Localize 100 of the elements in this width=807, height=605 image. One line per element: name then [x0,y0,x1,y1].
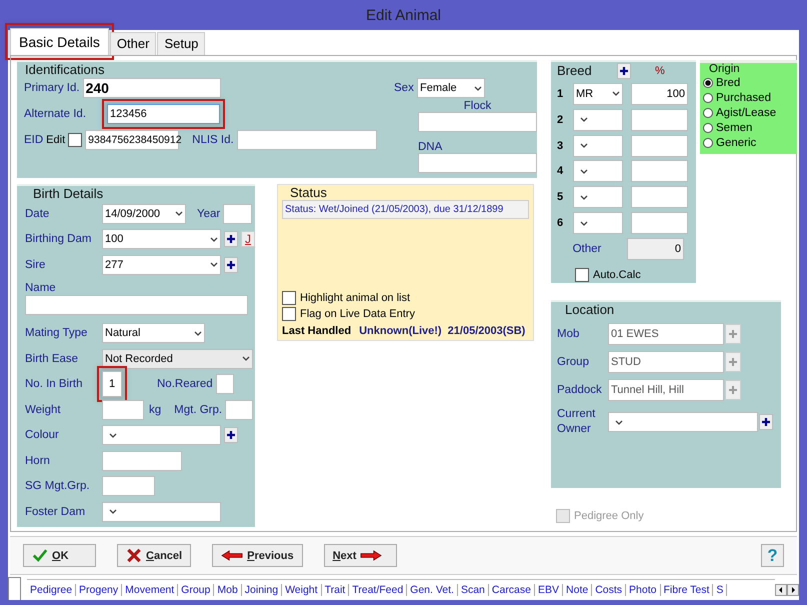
panel-title: Status [289,185,328,200]
tab[interactable]: S [713,584,728,596]
field-label: EID [24,134,44,146]
add-icon[interactable] [224,256,238,273]
dialog-button[interactable]: Next [324,544,397,567]
add-icon[interactable] [617,62,631,79]
tab[interactable]: Scan [458,584,489,596]
field-label: Mating Type [25,327,88,340]
percent-field[interactable] [631,108,688,131]
number-reared-field[interactable] [216,374,234,394]
birthing-dam-dropdown[interactable]: 100 [102,229,221,250]
scroll-right-icon[interactable] [787,584,799,596]
window-title: Edit Animal [364,6,442,26]
year-field[interactable] [223,204,252,224]
radio-button[interactable] [703,108,713,118]
field-label: Name [25,282,57,294]
sg-management-group-field[interactable] [102,476,155,496]
chevron-down-icon [109,509,117,514]
tab[interactable]: Group [178,584,214,596]
tab[interactable]: Pedigree [27,584,76,596]
field-label: Paddock [557,384,603,396]
chevron-down-icon [580,143,588,148]
field-label: Group [557,356,590,368]
dialog-button[interactable]: Cancel [117,544,192,567]
checkbox[interactable] [68,133,82,147]
mating-type-dropdown[interactable]: Natural [102,323,205,344]
tab[interactable]: Movement [122,584,178,596]
birth-ease-dropdown[interactable]: Not Recorded [102,348,253,369]
sire-dropdown[interactable]: 277 [102,254,221,275]
sex-dropdown[interactable]: Female [417,78,485,98]
link[interactable]: J [241,231,255,248]
status-text: Status: Wet/Joined (21/05/2003), due 31/12/1899 [282,200,529,219]
checkbox[interactable] [282,291,296,305]
percent-field[interactable] [631,160,688,182]
radio-button[interactable] [703,78,713,88]
tab[interactable]: Costs [592,584,626,596]
checkbox-label: Highlight animal on list [300,292,410,304]
chevron-down-icon [109,432,117,438]
tab-strip-edge [8,577,21,600]
field-label: Last Handled [282,325,352,337]
tab[interactable]: Progeny [76,584,122,596]
add-icon[interactable] [759,414,773,430]
field-label: Colour [25,429,60,442]
add-icon[interactable] [224,231,238,248]
weight-field[interactable] [102,400,144,420]
name-field[interactable] [25,294,248,314]
breed-dropdown[interactable] [573,212,623,234]
row-number: 3 [556,140,564,152]
radio-label: Agist/Lease [716,106,776,118]
chevron-down-icon [580,220,588,226]
tab[interactable]: Other [110,32,156,55]
tab[interactable]: Treat/Feed [349,584,408,596]
breed-dropdown[interactable] [573,108,623,131]
dialog-button[interactable]: Previous [212,544,303,567]
tab[interactable]: Carcase [488,584,535,596]
checkmark-icon [32,548,48,563]
chevron-down-icon [580,194,588,200]
checkbox[interactable] [282,307,296,321]
breed-dropdown[interactable]: MR [573,82,623,105]
radio-button[interactable] [703,122,713,132]
percent-field[interactable]: 100 [631,82,688,105]
nlis-id-field[interactable] [236,130,377,150]
foster-dam-dropdown[interactable] [102,502,221,522]
flock-field[interactable] [418,112,537,132]
checkbox[interactable] [575,268,589,282]
percent-field[interactable] [631,186,688,208]
tab[interactable]: Setup [157,32,206,55]
field-label: Mob [557,328,580,340]
radio-button[interactable] [703,92,713,102]
breed-dropdown[interactable] [573,160,623,182]
primary-id-field[interactable]: 240 [82,78,221,98]
date-dropdown[interactable]: 14/09/2000 [102,204,186,224]
field-label: Sex [394,82,414,94]
tab[interactable]: Fibre Test [660,584,714,596]
radio-button[interactable] [703,138,713,148]
location-field: Tunnel Hill, Hill [608,379,724,401]
dna-field[interactable] [418,153,537,173]
tab[interactable]: Mob [214,584,242,596]
tab[interactable]: Weight [282,584,322,596]
breed-dropdown[interactable] [573,186,623,208]
field-label: Birth Ease [25,352,80,365]
scroll-left-icon[interactable] [775,584,787,596]
horn-field[interactable] [102,450,182,471]
add-icon[interactable] [224,427,238,444]
breed-dropdown[interactable] [573,134,623,157]
dialog-button[interactable]: OK [23,544,96,567]
chevron-down-icon [210,262,218,268]
row-number: 1 [556,88,564,100]
tab[interactable]: Trait [322,584,350,596]
tab[interactable]: Joining [242,584,282,596]
percent-field[interactable] [631,212,688,234]
field-label: Weight [25,404,62,416]
eid-field[interactable]: 9384756238450912 [85,130,180,150]
tab[interactable]: Note [563,584,592,596]
management-group-field[interactable] [225,400,254,420]
chevron-down-icon [580,117,588,122]
tab[interactable]: Photo [626,584,660,596]
percent-field[interactable] [631,134,688,157]
tab[interactable]: Gen. Vet. [407,584,458,596]
tab[interactable]: EBV [535,584,564,596]
